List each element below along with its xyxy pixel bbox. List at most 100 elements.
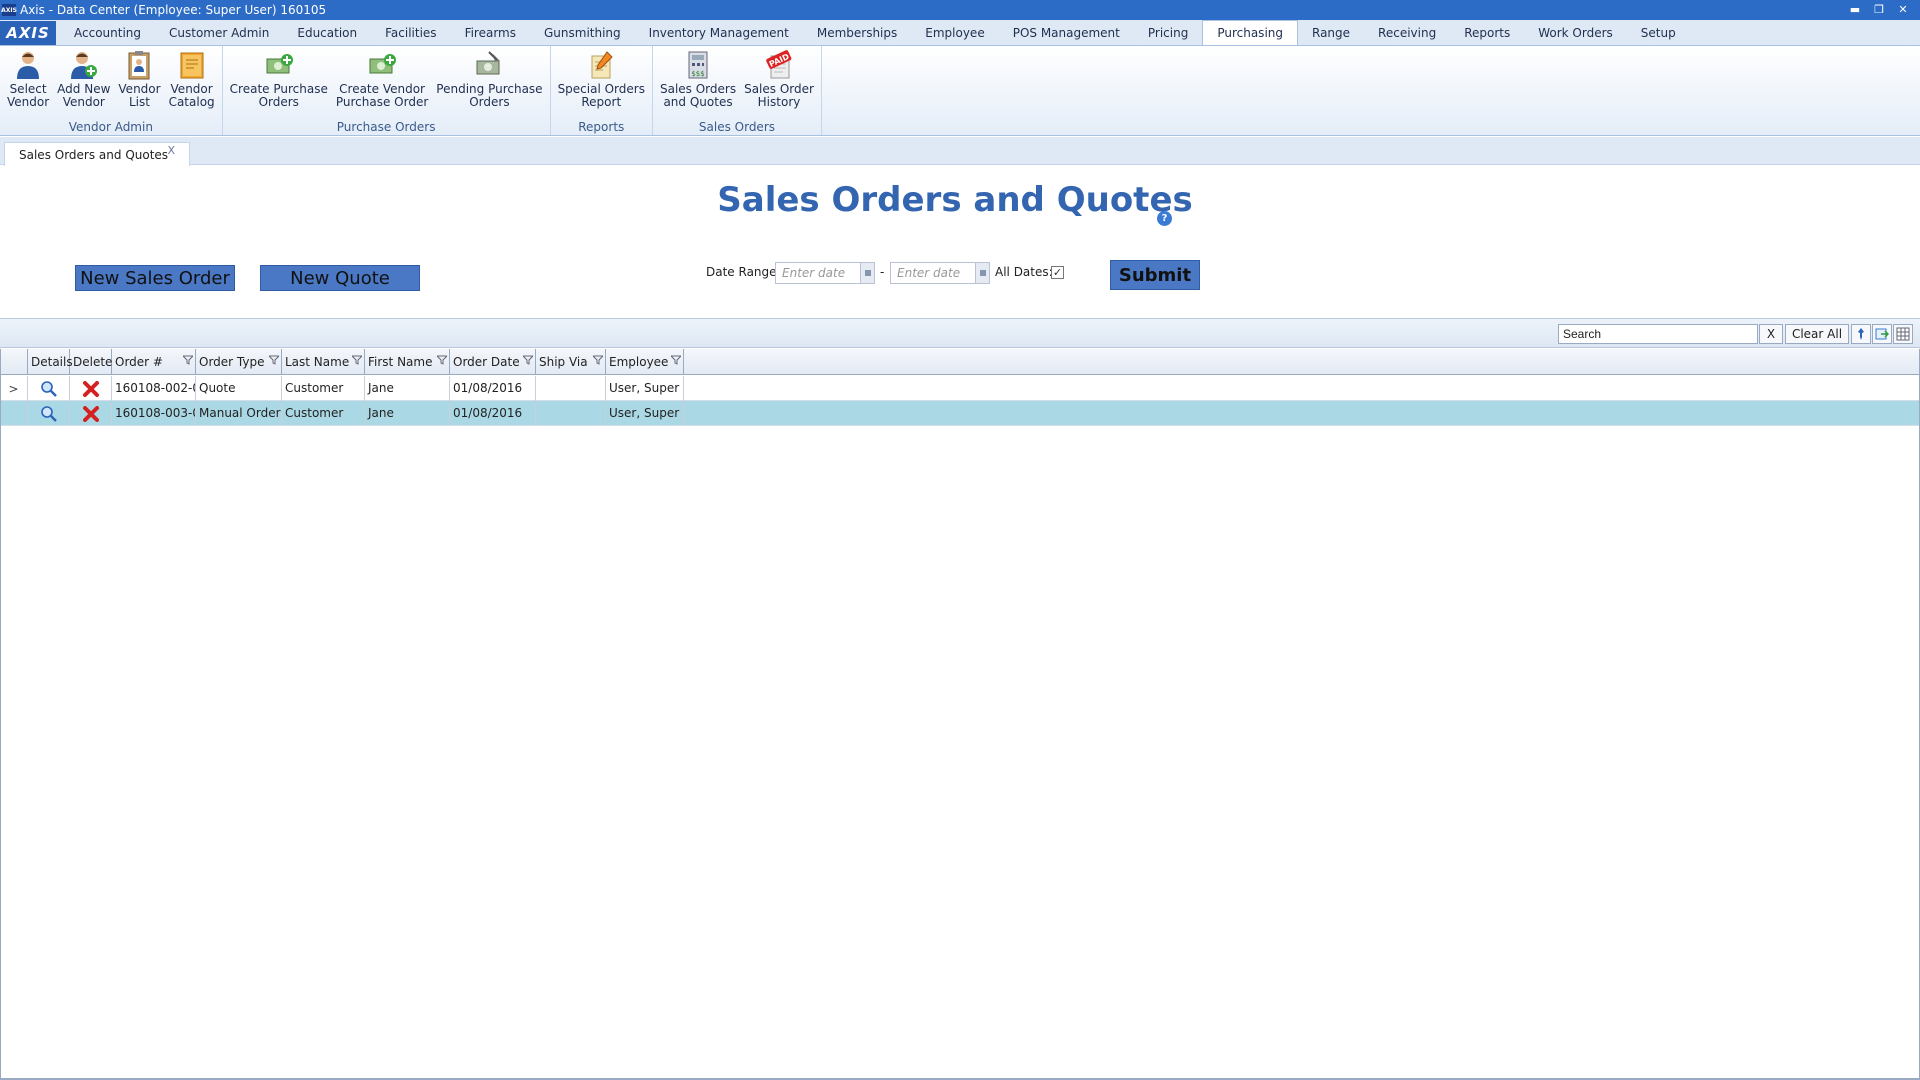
- minimize-icon[interactable]: ▬: [1844, 1, 1866, 17]
- submit-button[interactable]: Submit: [1110, 260, 1200, 290]
- filter-icon[interactable]: [181, 354, 195, 365]
- start-date-input[interactable]: Enter date: [775, 262, 875, 284]
- ribbon-toolbar: Select Vendor Add New Vendor Vendor List Vendo…: [0, 46, 1920, 136]
- end-date-input[interactable]: Enter date: [890, 262, 990, 284]
- row-indicator[interactable]: [0, 401, 28, 426]
- close-window-icon[interactable]: ✕: [1892, 1, 1914, 17]
- ribbon-button-row: Special Orders Report: [554, 46, 649, 120]
- delete-x-icon[interactable]: [70, 401, 112, 426]
- axis-logo[interactable]: AXIS: [0, 21, 56, 45]
- column-header-label: Ship Via: [539, 355, 588, 369]
- calendar-icon[interactable]: [975, 263, 989, 283]
- help-icon[interactable]: ?: [1157, 211, 1172, 226]
- window-title: Axis - Data Center (Employee: Super User…: [20, 3, 327, 17]
- delete-x-icon[interactable]: [70, 376, 112, 401]
- window-titlebar: AXIS Axis - Data Center (Employee: Super…: [0, 0, 1920, 20]
- menu-receiving[interactable]: Receiving: [1364, 21, 1450, 45]
- close-tab-icon[interactable]: X: [167, 144, 175, 157]
- filter-icon[interactable]: [267, 354, 281, 365]
- column-header-ship-via[interactable]: Ship Via: [536, 349, 606, 375]
- column-header-order-date[interactable]: Order Date: [450, 349, 536, 375]
- column-header-label: Details: [31, 355, 73, 369]
- date-range-dash: -: [880, 265, 885, 279]
- restore-icon[interactable]: ❐: [1868, 1, 1890, 17]
- ribbon-group-label: Sales Orders: [698, 120, 775, 134]
- column-header-first-name[interactable]: First Name: [365, 349, 450, 375]
- column-header-label: Delete: [73, 355, 113, 369]
- all-dates-checkbox[interactable]: ✓: [1051, 266, 1064, 279]
- svg-text:$$$: $$$: [691, 70, 704, 78]
- column-header-employee[interactable]: Employee: [606, 349, 684, 375]
- column-header-delete[interactable]: Delete: [70, 349, 112, 375]
- column-header-order[interactable]: Order #: [112, 349, 196, 375]
- ribbon-button-special-orders-report[interactable]: Special Orders Report: [554, 46, 649, 120]
- details-magnifier-icon[interactable]: [28, 401, 70, 426]
- cell-employee: User, Super: [606, 401, 684, 426]
- filter-icon[interactable]: [350, 354, 364, 365]
- menu-purchasing[interactable]: Purchasing: [1202, 20, 1298, 45]
- ribbon-button-create-purchase-orders[interactable]: Create Purchase Orders: [226, 46, 332, 120]
- ribbon-button-sales-order-history[interactable]: PAID Sales Order History: [740, 46, 818, 120]
- new-sales-order-button[interactable]: New Sales Order: [75, 265, 235, 291]
- ribbon-button-pending-purchase-orders[interactable]: Pending Purchase Orders: [432, 46, 546, 120]
- column-header-indicator[interactable]: [0, 349, 28, 375]
- column-header-order-type[interactable]: Order Type: [196, 349, 282, 375]
- menu-gunsmithing[interactable]: Gunsmithing: [530, 21, 635, 45]
- column-chooser-icon[interactable]: [1893, 324, 1913, 344]
- start-date-placeholder: Enter date: [782, 266, 846, 280]
- pin-icon[interactable]: [1851, 324, 1871, 344]
- calendar-icon[interactable]: [860, 263, 874, 283]
- menu-education[interactable]: Education: [283, 21, 371, 45]
- filter-icon[interactable]: [521, 354, 535, 365]
- cell-employee: User, Super: [606, 376, 684, 401]
- column-header-details[interactable]: Details: [28, 349, 73, 375]
- column-header-label: Last Name: [285, 355, 350, 369]
- menu-accounting[interactable]: Accounting: [60, 21, 155, 45]
- menu-reports[interactable]: Reports: [1450, 21, 1524, 45]
- menu-employee[interactable]: Employee: [911, 21, 998, 45]
- ribbon-button-vendor-list[interactable]: Vendor List: [114, 46, 164, 120]
- clear-search-button[interactable]: X: [1759, 324, 1783, 344]
- clipboard-person-icon: [124, 50, 154, 80]
- menu-memberships[interactable]: Memberships: [803, 21, 911, 45]
- menu-firearms[interactable]: Firearms: [451, 21, 530, 45]
- table-row[interactable]: 160108-003-0 Manual Order Customer Jane 01/0…: [0, 401, 1920, 426]
- add-money-icon: [367, 50, 397, 80]
- export-icon[interactable]: [1872, 324, 1892, 344]
- filter-icon[interactable]: [669, 354, 683, 365]
- menu-pos-management[interactable]: POS Management: [999, 21, 1134, 45]
- ribbon-button-select-vendor[interactable]: Select Vendor: [3, 46, 53, 120]
- ribbon-group-label: Purchase Orders: [336, 120, 436, 134]
- menu-customer-admin[interactable]: Customer Admin: [155, 21, 283, 45]
- menu-pricing[interactable]: Pricing: [1134, 21, 1202, 45]
- filter-icon[interactable]: [435, 354, 449, 365]
- report-pencil-icon: [586, 50, 616, 80]
- ribbon-button-vendor-catalog[interactable]: Vendor Catalog: [165, 46, 219, 120]
- menu-inventory-management[interactable]: Inventory Management: [635, 21, 803, 45]
- clear-all-button[interactable]: Clear All: [1785, 324, 1849, 344]
- catalog-book-icon: [177, 50, 207, 80]
- ribbon-button-create-vendor-purchase-order[interactable]: Create Vendor Purchase Order: [332, 46, 432, 120]
- new-quote-button[interactable]: New Quote: [260, 265, 420, 291]
- cell-order-type: Manual Order: [196, 401, 282, 426]
- ribbon-button-label: Orders: [258, 95, 299, 109]
- ribbon-button-label: and Quotes: [663, 95, 733, 109]
- grid-search-input[interactable]: [1558, 324, 1758, 344]
- details-magnifier-icon[interactable]: [28, 376, 70, 401]
- filter-icon[interactable]: [591, 354, 605, 365]
- table-row[interactable]: >160108-002-0 Quote Customer Jane 01/08/2016…: [0, 376, 1920, 401]
- ribbon-group-label: Reports: [578, 120, 625, 134]
- grid-toolbar: X Clear All: [0, 318, 1920, 348]
- column-header-last-name[interactable]: Last Name: [282, 349, 365, 375]
- cell-first-name: Jane: [365, 376, 450, 401]
- menu-facilities[interactable]: Facilities: [371, 21, 450, 45]
- main-menubar: AXIS Accounting Customer Admin Education Fa…: [0, 20, 1920, 46]
- row-indicator[interactable]: >: [0, 376, 28, 401]
- menu-work-orders[interactable]: Work Orders: [1524, 21, 1627, 45]
- person-icon: [13, 50, 43, 80]
- menu-setup[interactable]: Setup: [1627, 21, 1690, 45]
- ribbon-button-add-new-vendor[interactable]: Add New Vendor: [53, 46, 114, 120]
- ribbon-button-sales-orders-and-quotes[interactable]: $$$ Sales Orders and Quotes: [656, 46, 740, 120]
- menu-range[interactable]: Range: [1298, 21, 1364, 45]
- tab-sales-orders-and-quotes[interactable]: Sales Orders and Quotes X: [4, 142, 190, 166]
